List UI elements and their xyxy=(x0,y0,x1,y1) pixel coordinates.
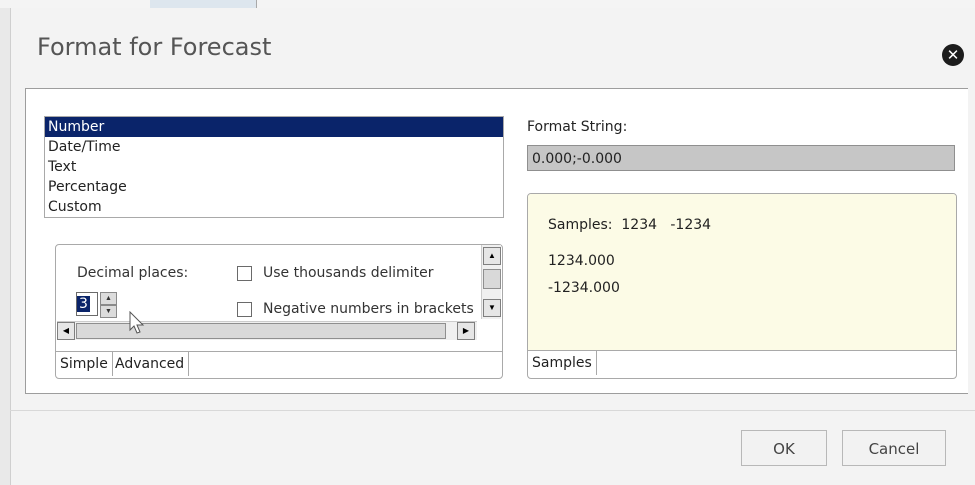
scroll-left-icon[interactable]: ◀ xyxy=(57,322,75,340)
mouse-cursor-icon xyxy=(129,311,145,334)
negative-brackets-checkbox[interactable] xyxy=(237,302,252,317)
thousands-delimiter-label: Use thousands delimiter xyxy=(263,265,434,281)
samples-panel: Samples: 1234 -1234 1234.000 -1234.000 S… xyxy=(527,193,957,379)
scroll-down-icon[interactable]: ▼ xyxy=(483,299,501,317)
format-type-number[interactable]: Number xyxy=(45,117,503,137)
options-vertical-scrollbar[interactable]: ▲ ▼ xyxy=(481,245,501,319)
format-type-list[interactable]: Number Date/Time Text Percentage Custom xyxy=(44,116,504,218)
thousands-delimiter-checkbox[interactable] xyxy=(237,266,252,281)
decimal-places-stepper[interactable]: 3 ▲ ▼ xyxy=(76,292,120,318)
samples-header: Samples: 1234 -1234 xyxy=(548,217,712,233)
tab-samples[interactable]: Samples xyxy=(528,351,597,375)
format-string-label: Format String: xyxy=(527,119,628,135)
format-type-percentage[interactable]: Percentage xyxy=(45,177,503,197)
format-type-custom[interactable]: Custom xyxy=(45,197,503,217)
sample-negative: -1234.000 xyxy=(548,280,620,296)
options-tabs: Simple Advanced xyxy=(56,351,502,378)
cancel-button[interactable]: Cancel xyxy=(842,430,946,466)
samples-body: Samples: 1234 -1234 1234.000 -1234.000 xyxy=(528,194,956,350)
options-panel: Decimal places: 3 ▲ ▼ Use thousands deli… xyxy=(55,244,503,379)
dialog-title: Format for Forecast xyxy=(37,33,272,61)
stepper-down-icon[interactable]: ▼ xyxy=(100,305,117,318)
decimal-places-input[interactable]: 3 xyxy=(76,292,98,316)
format-type-datetime[interactable]: Date/Time xyxy=(45,137,503,157)
samples-tabs: Samples xyxy=(528,350,956,378)
format-string-field: 0.000;-0.000 xyxy=(527,145,955,171)
tab-advanced[interactable]: Advanced xyxy=(111,352,190,376)
options-horizontal-scrollbar[interactable]: ◀ ▶ xyxy=(57,321,477,340)
tab-simple[interactable]: Simple xyxy=(56,352,113,376)
vertical-scroll-thumb[interactable] xyxy=(483,269,501,289)
negative-brackets-label: Negative numbers in brackets xyxy=(263,301,474,317)
scroll-right-icon[interactable]: ▶ xyxy=(457,322,475,340)
decimal-places-label: Decimal places: xyxy=(77,265,189,281)
ok-button[interactable]: OK xyxy=(741,430,827,466)
footer-divider xyxy=(10,410,975,411)
background-tab xyxy=(150,0,257,8)
sample-positive: 1234.000 xyxy=(548,253,615,269)
top-strip xyxy=(0,0,975,8)
close-icon[interactable]: ✕ xyxy=(942,44,964,66)
stepper-up-icon[interactable]: ▲ xyxy=(100,292,117,305)
format-type-text[interactable]: Text xyxy=(45,157,503,177)
scroll-up-icon[interactable]: ▲ xyxy=(483,247,501,265)
